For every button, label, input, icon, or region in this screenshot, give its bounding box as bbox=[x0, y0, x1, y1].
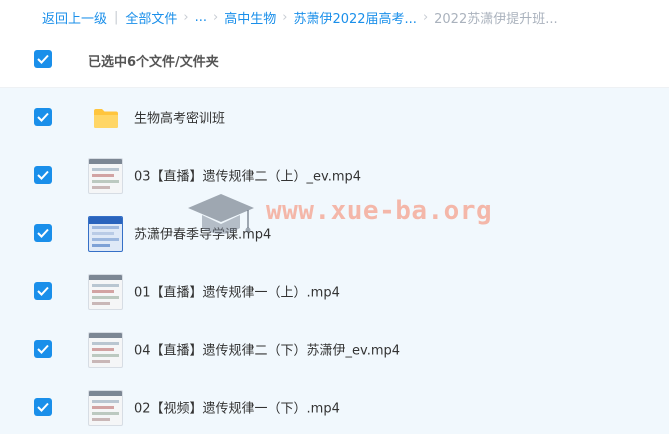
file-row[interactable]: 02【视频】遗传规律一（下）.mp4 bbox=[0, 378, 669, 434]
row-checkbox[interactable] bbox=[34, 166, 52, 184]
file-name[interactable]: 苏潇伊春季导学课.mp4 bbox=[134, 224, 271, 243]
chevron-right-icon: › bbox=[213, 9, 219, 25]
file-name[interactable]: 03【直播】遗传规律二（上）_ev.mp4 bbox=[134, 166, 361, 185]
chevron-right-icon: › bbox=[183, 9, 189, 25]
file-row[interactable]: 生物高考密训班 bbox=[0, 88, 669, 146]
back-link[interactable]: 返回上一级 bbox=[42, 8, 107, 27]
check-icon bbox=[37, 112, 49, 122]
breadcrumb-divider: | bbox=[114, 9, 119, 25]
file-list: 生物高考密训班 03【直播】遗传规律二（上）_ev.mp4 苏潇伊春季导学课.m… bbox=[0, 88, 669, 434]
check-icon bbox=[37, 344, 49, 354]
file-name[interactable]: 01【直播】遗传规律一（上）.mp4 bbox=[134, 282, 340, 301]
breadcrumb-current: 2022苏潇伊提升班... bbox=[434, 11, 558, 27]
check-icon bbox=[37, 228, 49, 238]
file-row[interactable]: 苏潇伊春季导学课.mp4 bbox=[0, 204, 669, 262]
file-row[interactable]: 04【直播】遗传规律二（下）苏潇伊_ev.mp4 bbox=[0, 320, 669, 378]
all-files-link[interactable]: 全部文件 bbox=[125, 8, 177, 27]
row-checkbox[interactable] bbox=[34, 282, 52, 300]
video-thumbnail bbox=[88, 216, 123, 252]
row-checkbox[interactable] bbox=[34, 224, 52, 242]
file-name[interactable]: 生物高考密训班 bbox=[134, 108, 225, 127]
breadcrumb: 返回上一级 | 全部文件 › ... › 高中生物 › 苏萧伊2022届高考..… bbox=[0, 0, 669, 34]
check-icon bbox=[37, 170, 49, 180]
select-all-checkbox[interactable] bbox=[34, 50, 52, 68]
video-thumbnail bbox=[88, 274, 123, 310]
file-name[interactable]: 02【视频】遗传规律一（下）.mp4 bbox=[134, 398, 340, 417]
chevron-right-icon: › bbox=[422, 9, 429, 25]
row-checkbox[interactable] bbox=[34, 108, 52, 126]
check-icon bbox=[37, 286, 49, 296]
check-icon bbox=[37, 402, 49, 412]
chevron-right-icon: › bbox=[282, 9, 288, 25]
video-thumbnail bbox=[88, 158, 123, 194]
check-icon bbox=[37, 54, 49, 64]
selected-count: 已选中6个文件/文件夹 bbox=[88, 55, 219, 70]
file-name[interactable]: 04【直播】遗传规律二（下）苏潇伊_ev.mp4 bbox=[134, 340, 400, 359]
row-checkbox[interactable] bbox=[34, 340, 52, 358]
video-thumbnail bbox=[88, 332, 123, 368]
file-row[interactable]: 01【直播】遗传规律一（上）.mp4 bbox=[0, 262, 669, 320]
video-thumbnail bbox=[88, 390, 123, 426]
file-list-header: 已选中6个文件/文件夹 bbox=[0, 34, 669, 88]
breadcrumb-item-course[interactable]: 苏萧伊2022届高考... bbox=[293, 8, 416, 27]
breadcrumb-item-biology[interactable]: 高中生物 bbox=[224, 8, 276, 27]
file-row[interactable]: 03【直播】遗传规律二（上）_ev.mp4 bbox=[0, 146, 669, 204]
breadcrumb-ellipsis[interactable]: ... bbox=[195, 10, 207, 25]
folder-icon bbox=[94, 109, 118, 128]
row-checkbox[interactable] bbox=[34, 398, 52, 416]
